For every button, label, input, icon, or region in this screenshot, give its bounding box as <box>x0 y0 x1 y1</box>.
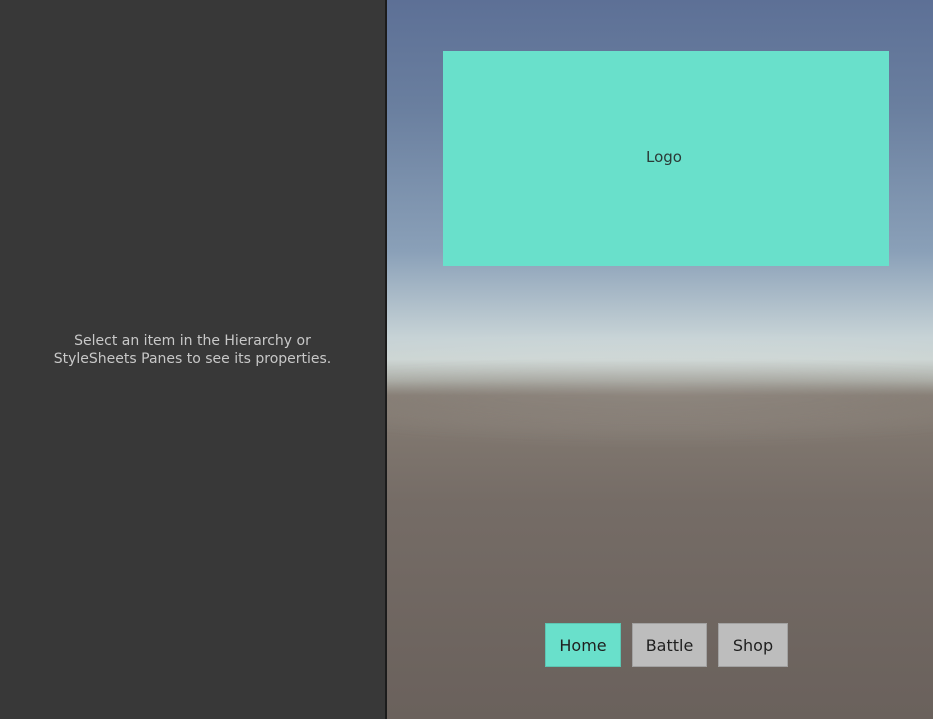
logo-box[interactable]: Logo <box>443 51 889 266</box>
game-viewport: Logo Home Battle Shop <box>387 0 933 719</box>
logo-label: Logo <box>646 148 682 166</box>
ui-builder-window: Select an item in the Hierarchy or Style… <box>0 0 933 719</box>
home-button[interactable]: Home <box>545 623 621 667</box>
inspector-empty-message: Select an item in the Hierarchy or Style… <box>53 332 332 367</box>
bottom-nav-bar: Home Battle Shop <box>545 623 788 667</box>
shop-button[interactable]: Shop <box>718 623 788 667</box>
inspector-pane: Select an item in the Hierarchy or Style… <box>0 0 385 719</box>
battle-button[interactable]: Battle <box>632 623 707 667</box>
